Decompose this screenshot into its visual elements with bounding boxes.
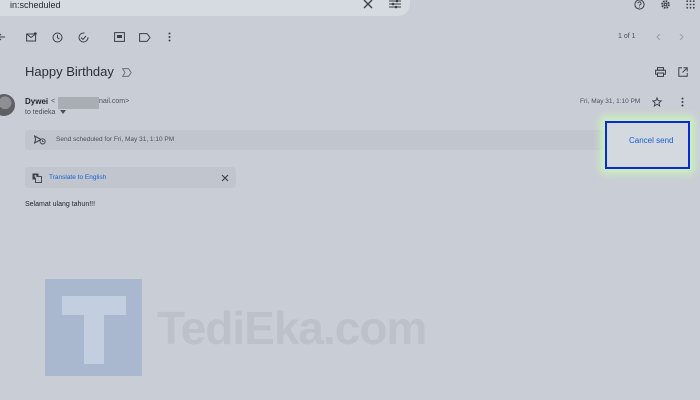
sender-name: Dywei [25,97,49,106]
recipient-details[interactable]: to tedieka [25,109,67,116]
help-icon[interactable] [632,0,646,11]
search-input[interactable]: in:scheduled [10,0,61,10]
star-icon[interactable] [651,96,663,108]
back-arrow-icon[interactable] [0,31,6,43]
email-date: Fri, May 31, 1:10 PM [580,98,641,105]
schedule-send-icon [33,134,47,146]
watermark-text: TediEka.com [157,302,427,354]
email-subject: Happy Birthday [25,64,114,79]
more-vert-icon[interactable] [163,30,175,44]
close-icon[interactable] [219,172,231,183]
label-icon[interactable] [138,30,152,44]
recipient-label: to tedieka [25,109,56,116]
sender-email-prefix: < [51,98,56,105]
chevron-left-icon[interactable] [652,31,664,43]
mark-unread-icon[interactable] [24,30,38,44]
add-task-icon[interactable] [76,30,90,44]
print-icon[interactable] [653,65,667,79]
search-bar[interactable] [0,0,410,16]
snooze-clock-icon[interactable] [50,30,64,44]
redacted-email [58,97,99,109]
move-to-icon[interactable] [112,30,126,44]
caret-down-icon[interactable] [60,110,67,115]
watermark-logo [45,279,142,376]
translate-link[interactable]: Translate to English [49,174,106,181]
gear-icon[interactable] [658,0,672,11]
pagination-range: 1 of 1 [618,33,636,40]
tune-icon[interactable] [387,0,403,11]
sender-email-suffix: nail.com> [99,98,130,105]
cancel-send-button[interactable]: Cancel send [629,136,673,145]
avatar[interactable] [0,94,15,116]
cancel-send-highlight [605,121,690,169]
scheduled-label-icon[interactable] [121,66,133,78]
schedule-status: Send scheduled for Fri, May 31, 1:10 PM [56,136,175,143]
chevron-right-icon[interactable] [676,31,688,43]
apps-grid-icon[interactable] [684,0,696,11]
more-vert-icon[interactable] [676,96,688,108]
close-icon[interactable] [360,0,376,11]
translate-icon [31,172,43,183]
open-in-new-icon[interactable] [676,65,690,79]
email-body: Selamat ulang tahun!!! [25,201,96,208]
